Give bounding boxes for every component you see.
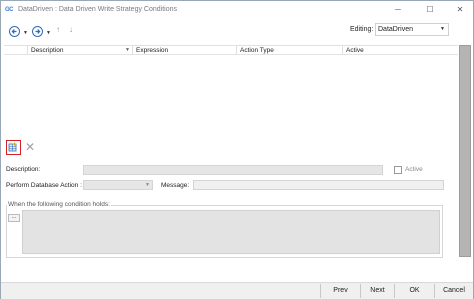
dialog-window: GC DataDriven : Data Driven Write Strate…: [0, 0, 474, 299]
minimize-button[interactable]: ─: [391, 4, 405, 16]
add-row-icon: [8, 142, 17, 152]
editing-select-value: DataDriven: [378, 26, 414, 33]
message-label: Message:: [161, 182, 190, 189]
grid-header: Description ▼ Expression Action Type Act…: [4, 46, 458, 55]
cancel-button[interactable]: Cancel: [434, 284, 473, 298]
maximize-button[interactable]: ☐: [423, 4, 437, 16]
back-button[interactable]: [9, 26, 20, 37]
move-down-icon[interactable]: ↓: [69, 25, 73, 34]
editing-label: Editing:: [350, 26, 374, 33]
conditions-grid[interactable]: Description ▼ Expression Action Type Act…: [4, 45, 458, 137]
chevron-down-icon: ▼: [145, 182, 150, 188]
prev-button[interactable]: Prev: [320, 284, 360, 298]
expression-editor-button[interactable]: ...: [8, 214, 20, 222]
forward-dropdown-icon[interactable]: ▼: [46, 30, 51, 36]
column-header-active[interactable]: Active: [343, 46, 458, 55]
row-header-column: [4, 46, 28, 55]
column-header-expression[interactable]: Expression: [133, 46, 237, 55]
ok-button[interactable]: OK: [394, 284, 434, 298]
chevron-down-icon: ▼: [440, 26, 445, 32]
perform-action-select[interactable]: ▼: [83, 180, 153, 190]
remove-condition-icon[interactable]: ✕: [25, 141, 35, 153]
active-label: Active: [405, 166, 423, 173]
next-button[interactable]: Next: [360, 284, 394, 298]
condition-group-label: When the following condition holds:: [7, 201, 111, 208]
description-label: Description:: [6, 166, 41, 173]
column-header-action-type[interactable]: Action Type: [237, 46, 343, 55]
editing-select[interactable]: DataDriven ▼: [375, 23, 449, 36]
forward-button[interactable]: [32, 26, 43, 37]
add-condition-button[interactable]: [6, 140, 21, 155]
description-field[interactable]: [83, 165, 383, 175]
title-bar: GC DataDriven : Data Driven Write Strate…: [1, 1, 473, 20]
perform-action-label: Perform Database Action :: [6, 182, 82, 189]
vertical-scrollbar[interactable]: [459, 45, 471, 257]
back-dropdown-icon[interactable]: ▼: [23, 30, 28, 36]
active-checkbox[interactable]: [394, 166, 402, 174]
app-logo-icon: GC: [5, 7, 14, 13]
arrow-left-icon: [11, 29, 17, 34]
column-header-description[interactable]: Description ▼: [28, 46, 133, 55]
condition-expression-field[interactable]: [22, 210, 440, 254]
message-field[interactable]: [193, 180, 444, 190]
column-dropdown-icon[interactable]: ▼: [125, 46, 130, 55]
window-title: DataDriven : Data Driven Write Strategy …: [18, 6, 177, 13]
move-up-icon[interactable]: ↑: [56, 25, 60, 34]
close-button[interactable]: ✕: [453, 4, 467, 16]
arrow-right-icon: [35, 29, 41, 34]
